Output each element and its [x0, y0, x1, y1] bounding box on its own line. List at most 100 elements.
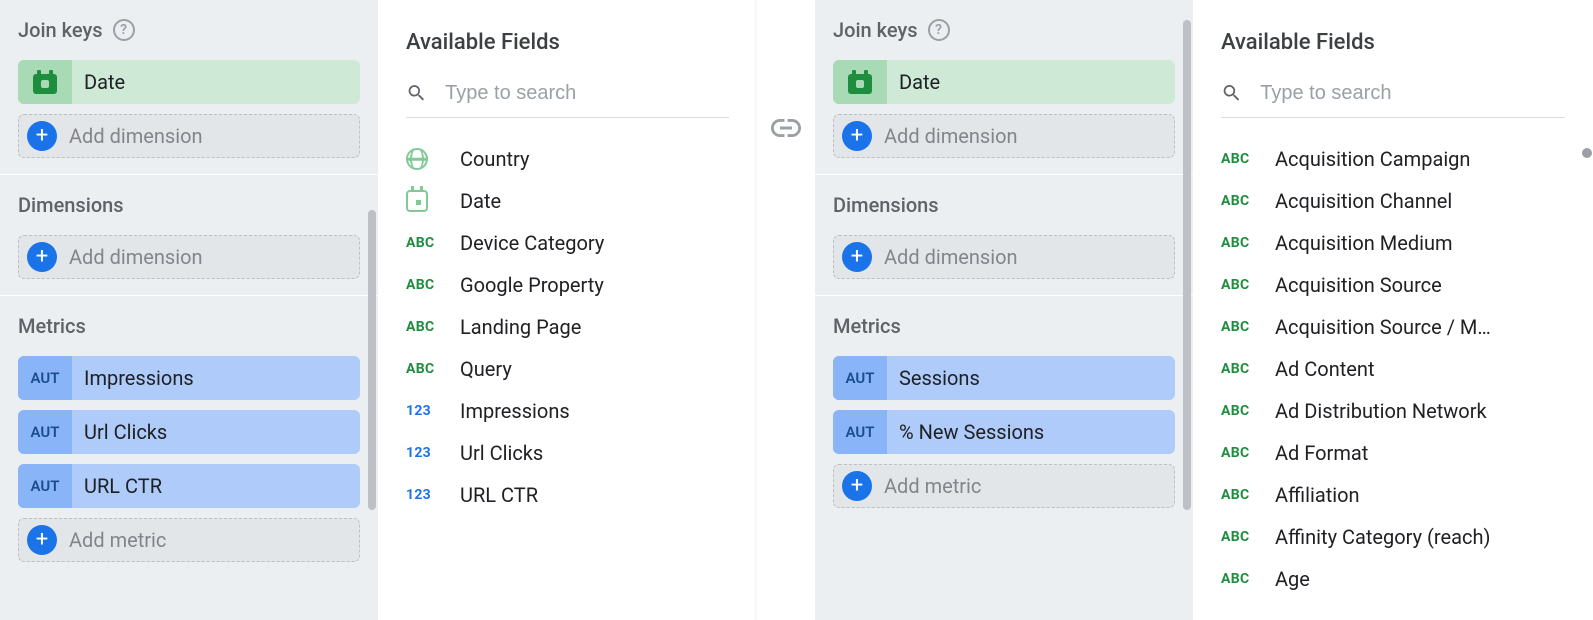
abc-icon: ABC [1221, 445, 1255, 461]
field-row[interactable]: ABC Acquisition Channel [1221, 180, 1565, 222]
field-row[interactable]: ABC Device Category [406, 222, 729, 264]
add-dimension-pill-2[interactable]: + Add dimension [18, 235, 360, 279]
scrollbar-thumb[interactable] [1183, 20, 1191, 510]
add-metric-pill[interactable]: + Add metric [18, 518, 360, 562]
left-config-panel[interactable]: Join keys ? Date + Add dimension Dimensi… [0, 0, 378, 620]
add-dimension-pill[interactable]: + Add dimension [18, 114, 360, 158]
field-row[interactable]: Date [406, 180, 729, 222]
dimensions-title: Dimensions [18, 193, 124, 217]
left-fields-panel[interactable]: Available Fields Country Date ABC Device… [378, 0, 757, 620]
field-row[interactable]: 123 Url Clicks [406, 432, 729, 474]
search-icon [406, 81, 427, 105]
date-chip[interactable]: Date [18, 60, 360, 104]
add-dimension-pill-2[interactable]: + Add dimension [833, 235, 1175, 279]
field-label: Acquisition Channel [1275, 189, 1452, 213]
field-label: Url Clicks [460, 441, 543, 465]
add-dimension-label: Add dimension [884, 124, 1018, 148]
date-chip[interactable]: Date [833, 60, 1175, 104]
right-panel-group: Join keys ? Date + Add dimension Dimensi… [815, 0, 1593, 620]
metric-chip[interactable]: AUT Url Clicks [18, 410, 360, 454]
field-label: Ad Distribution Network [1275, 399, 1487, 423]
add-dimension-pill[interactable]: + Add dimension [833, 114, 1175, 158]
metric-chip[interactable]: AUT % New Sessions [833, 410, 1175, 454]
join-keys-section: Join keys ? Date + Add dimension [815, 0, 1193, 175]
field-list: Country Date ABC Device Category ABC Goo… [406, 138, 729, 516]
field-row[interactable]: ABC Query [406, 348, 729, 390]
metrics-section: Metrics AUT Sessions AUT % New Sessions … [815, 295, 1193, 524]
add-dimension-label-2: Add dimension [69, 245, 203, 269]
plus-icon: + [27, 121, 57, 151]
field-row[interactable]: 123 URL CTR [406, 474, 729, 516]
metrics-title: Metrics [833, 314, 901, 338]
add-metric-pill[interactable]: + Add metric [833, 464, 1175, 508]
abc-icon: ABC [1221, 361, 1255, 377]
abc-icon: ABC [1221, 235, 1255, 251]
calendar-icon [406, 190, 440, 212]
help-icon[interactable]: ? [928, 19, 950, 41]
field-row[interactable]: ABCAd Content [1221, 348, 1565, 390]
field-label: Acquisition Medium [1275, 231, 1453, 255]
search-input[interactable] [445, 82, 729, 105]
globe-icon [406, 148, 440, 170]
join-keys-title: Join keys [18, 18, 103, 42]
field-label: Acquisition Source / M… [1275, 315, 1491, 339]
field-label: Affinity Category (reach) [1275, 525, 1490, 549]
metric-type-badge: AUT [18, 356, 72, 400]
link-icon [768, 110, 804, 146]
metric-type-badge: AUT [833, 410, 887, 454]
metric-chip-label: Impressions [72, 366, 360, 390]
field-row[interactable]: ABCAffiliation [1221, 474, 1565, 516]
field-row[interactable]: ABCAffinity Category (reach) [1221, 516, 1565, 558]
scrollbar-thumb[interactable] [1582, 148, 1592, 158]
scrollbar-track[interactable] [1581, 0, 1593, 620]
metric-type-badge: AUT [18, 410, 72, 454]
search-icon [1221, 81, 1242, 105]
metrics-section: Metrics AUT Impressions AUT Url Clicks A… [0, 295, 378, 578]
right-fields-panel[interactable]: Available Fields ABCAcquisition Campaign… [1193, 0, 1593, 620]
metric-chip[interactable]: AUT Sessions [833, 356, 1175, 400]
right-config-panel[interactable]: Join keys ? Date + Add dimension Dimensi… [815, 0, 1193, 620]
help-icon[interactable]: ? [113, 19, 135, 41]
field-row[interactable]: ABC Google Property [406, 264, 729, 306]
field-row[interactable]: ABC Acquisition Medium [1221, 222, 1565, 264]
abc-icon: ABC [406, 277, 440, 293]
field-row[interactable]: ABCAcquisition Source / M… [1221, 306, 1565, 348]
abc-icon: ABC [1221, 571, 1255, 587]
number-icon: 123 [406, 445, 440, 461]
abc-icon: ABC [1221, 193, 1255, 209]
field-row[interactable]: ABC Ad Distribution Network [1221, 390, 1565, 432]
field-label: Country [460, 147, 529, 171]
field-row[interactable]: Country [406, 138, 729, 180]
add-metric-label: Add metric [69, 528, 166, 552]
field-row[interactable]: 123 Impressions [406, 390, 729, 432]
metrics-title: Metrics [18, 314, 86, 338]
scrollbar-thumb[interactable] [368, 210, 376, 510]
number-icon: 123 [406, 403, 440, 419]
abc-icon: ABC [406, 235, 440, 251]
metric-chip[interactable]: AUT Impressions [18, 356, 360, 400]
metric-chip[interactable]: AUT URL CTR [18, 464, 360, 508]
field-row[interactable]: ABCAge [1221, 558, 1565, 600]
field-row[interactable]: ABC Landing Page [406, 306, 729, 348]
field-row[interactable]: ABCAcquisition Source [1221, 264, 1565, 306]
dimensions-title: Dimensions [833, 193, 939, 217]
field-label: Landing Page [460, 315, 581, 339]
field-row[interactable]: ABCAcquisition Campaign [1221, 138, 1565, 180]
field-label: Query [460, 357, 512, 381]
available-fields-title: Available Fields [406, 30, 729, 55]
metric-chip-label: Sessions [887, 366, 1175, 390]
calendar-icon [833, 60, 887, 104]
join-keys-title: Join keys [833, 18, 918, 42]
add-dimension-label: Add dimension [69, 124, 203, 148]
search-input[interactable] [1260, 82, 1565, 105]
metric-type-badge: AUT [18, 464, 72, 508]
field-label: Google Property [460, 273, 604, 297]
abc-icon: ABC [1221, 403, 1255, 419]
metric-chip-label: % New Sessions [887, 420, 1175, 444]
panel-divider [755, 0, 757, 620]
date-chip-label: Date [72, 70, 360, 94]
number-icon: 123 [406, 487, 440, 503]
metric-type-badge: AUT [833, 356, 887, 400]
plus-icon: + [842, 242, 872, 272]
field-row[interactable]: ABCAd Format [1221, 432, 1565, 474]
